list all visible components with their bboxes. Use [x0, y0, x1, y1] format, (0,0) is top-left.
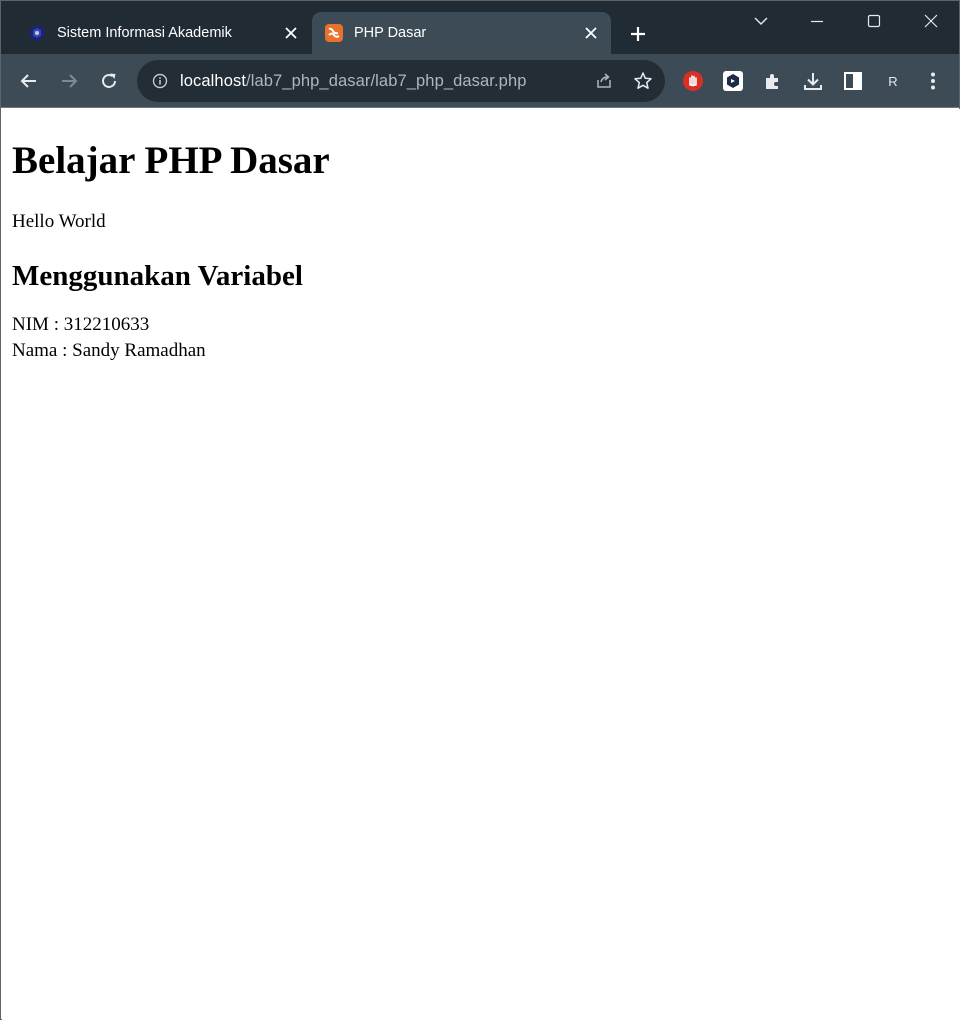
university-logo-icon — [27, 23, 47, 43]
back-button[interactable] — [13, 65, 45, 97]
tab-search-button[interactable] — [733, 1, 789, 41]
extensions-menu-button[interactable] — [757, 65, 789, 97]
hand-stop-icon — [683, 71, 703, 91]
more-vert-icon — [931, 72, 935, 90]
nama-line: Nama : Sandy Ramadhan — [12, 340, 206, 361]
address-bar[interactable]: localhost/lab7_php_dasar/lab7_php_dasar.… — [137, 60, 665, 102]
greeting-text: Hello World — [12, 211, 106, 232]
downloads-button[interactable] — [797, 65, 829, 97]
reload-icon — [102, 73, 116, 88]
info-icon[interactable] — [150, 71, 170, 91]
maximize-button[interactable] — [846, 1, 902, 41]
minimize-button[interactable] — [789, 1, 845, 41]
browser-menu-button[interactable] — [917, 65, 949, 97]
close-icon — [924, 14, 938, 28]
close-icon[interactable] — [577, 19, 605, 47]
tab-strip: Sistem Informasi Akademik PHP Dasar — [1, 1, 959, 54]
tab-php-dasar[interactable]: PHP Dasar — [312, 12, 611, 54]
cube-extension-icon — [723, 71, 743, 91]
url-path: /lab7_php_dasar/lab7_php_dasar.php — [246, 71, 527, 90]
arrow-right-icon — [62, 74, 78, 88]
tab-title: PHP Dasar — [354, 25, 427, 41]
star-icon — [634, 72, 652, 89]
forward-button[interactable] — [53, 65, 85, 97]
xampp-logo-icon — [324, 23, 344, 43]
puzzle-icon — [766, 74, 778, 89]
close-window-button[interactable] — [903, 1, 959, 41]
profile-avatar[interactable]: R — [878, 66, 908, 96]
stop-extension-button[interactable] — [677, 65, 709, 97]
reload-button[interactable] — [93, 65, 125, 97]
share-button[interactable] — [587, 64, 621, 98]
side-panel-icon — [844, 72, 862, 90]
extension-button[interactable] — [717, 65, 749, 97]
url-host: localhost — [180, 71, 247, 90]
url-text[interactable]: localhost/lab7_php_dasar/lab7_php_dasar.… — [180, 72, 587, 91]
chevron-down-icon — [754, 17, 768, 25]
nim-line: NIM : 312210633 — [12, 314, 150, 335]
bookmark-button[interactable] — [626, 64, 660, 98]
tab-sistem-informasi-akademik[interactable]: Sistem Informasi Akademik — [15, 12, 311, 54]
plus-icon — [631, 27, 645, 41]
page-content: Belajar PHP Dasar Hello World Menggunaka… — [2, 109, 960, 1020]
share-icon — [597, 73, 611, 88]
new-tab-button[interactable] — [623, 19, 653, 49]
browser-window: Sistem Informasi Akademik PHP Dasar loca… — [0, 0, 960, 1020]
section-heading: Menggunakan Variabel — [12, 260, 303, 292]
browser-toolbar: localhost/lab7_php_dasar/lab7_php_dasar.… — [1, 54, 959, 108]
side-panel-button[interactable] — [837, 65, 869, 97]
tab-title: Sistem Informasi Akademik — [57, 25, 232, 41]
page-heading: Belajar PHP Dasar — [12, 139, 330, 182]
minimize-icon — [811, 20, 823, 23]
variables-output: NIM : 312210633 Nama : Sandy Ramadhan — [12, 312, 950, 364]
close-icon[interactable] — [277, 19, 305, 47]
download-icon — [804, 73, 822, 90]
arrow-left-icon — [20, 74, 36, 88]
maximize-icon — [867, 14, 881, 28]
